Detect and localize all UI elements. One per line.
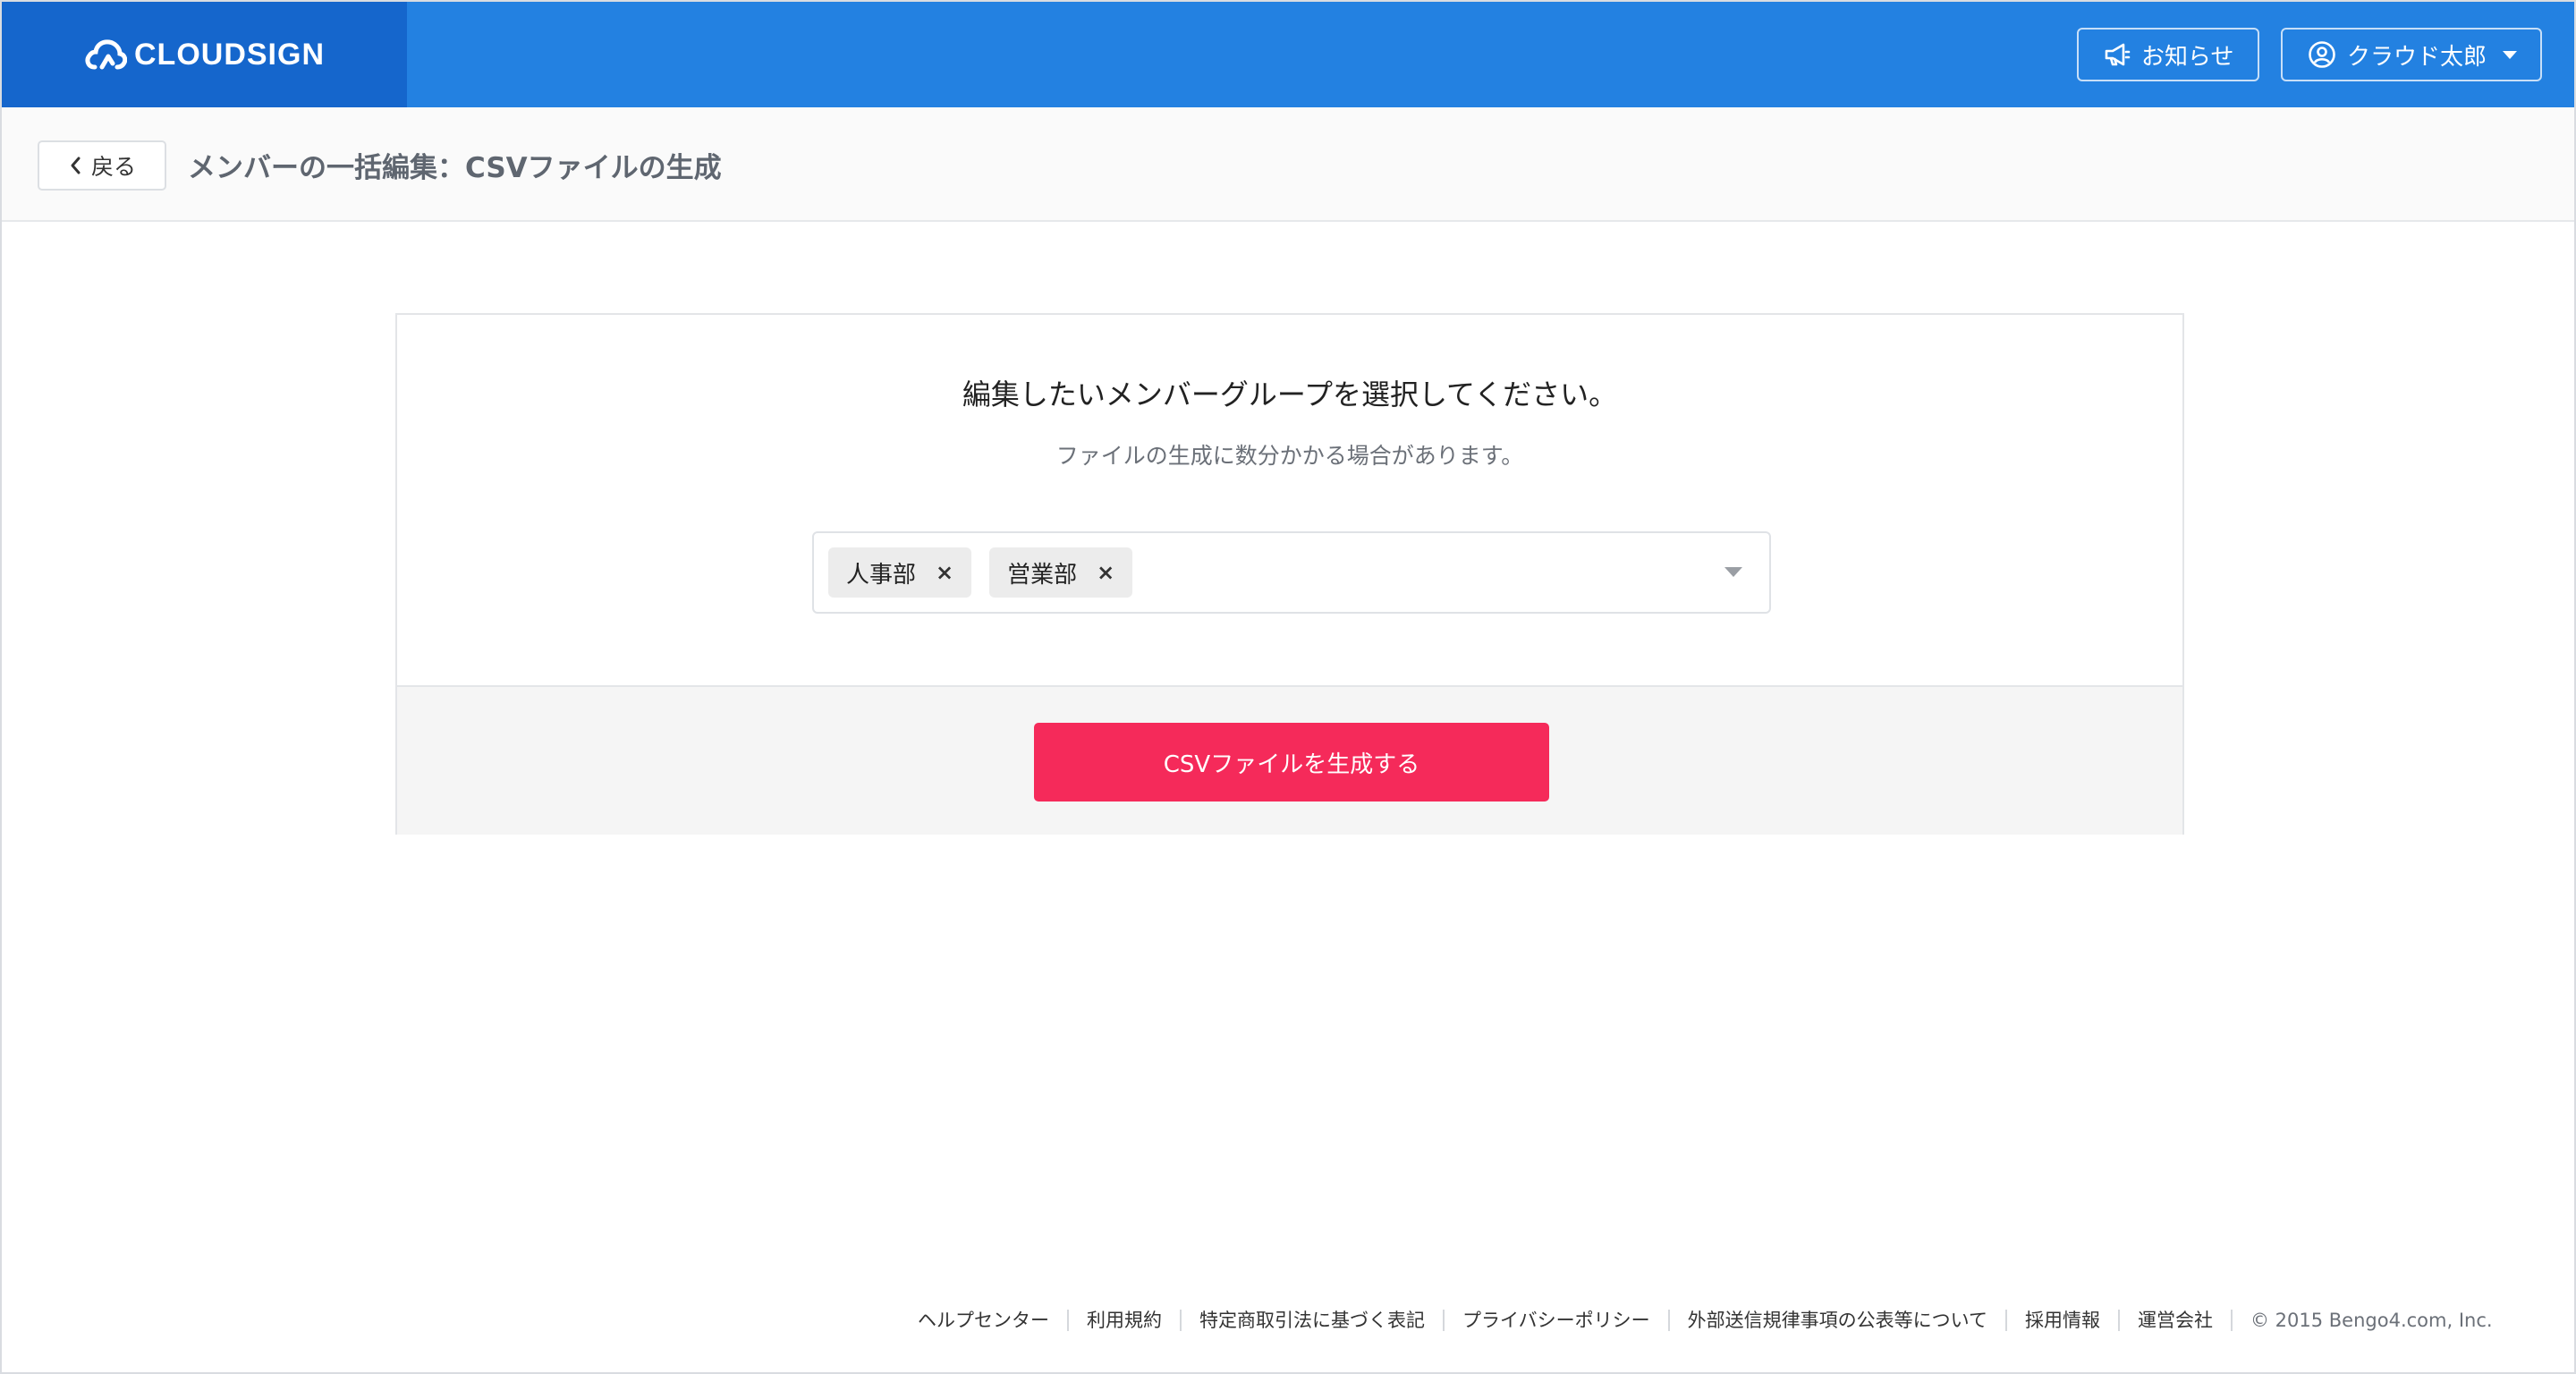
user-avatar-icon: [2309, 41, 2335, 68]
page-title: メンバーの一括編集：CSVファイルの生成: [188, 152, 722, 184]
user-menu-button[interactable]: クラウド太郎: [2281, 28, 2542, 81]
card-footer: CSVファイルを生成する: [397, 685, 2182, 835]
selected-tag-sales: 営業部 ×: [989, 547, 1133, 598]
footer-link-privacy[interactable]: プライバシーポリシー: [1443, 1310, 1668, 1331]
news-button[interactable]: お知らせ: [2077, 28, 2259, 81]
page-header: 戻る メンバーの一括編集：CSVファイルの生成: [2, 107, 2574, 222]
cloud-logo-icon: [85, 39, 127, 70]
card-body: 編集したいメンバーグループを選択してください。 ファイルの生成に数分かかる場合が…: [397, 315, 2182, 685]
generate-csv-button[interactable]: CSVファイルを生成する: [1034, 723, 1549, 802]
group-multiselect[interactable]: 人事部 × 営業部 ×: [812, 531, 1771, 614]
footer-link-tokusho[interactable]: 特定商取引法に基づく表記: [1180, 1310, 1443, 1331]
chevron-down-icon: [2503, 50, 2517, 59]
back-button[interactable]: 戻る: [38, 140, 166, 191]
news-label: お知らせ: [2141, 43, 2234, 71]
logo-text: CLOUDSIGN: [134, 37, 325, 72]
footer-link-terms[interactable]: 利用規約: [1067, 1310, 1180, 1331]
tag-label: 人事部: [846, 561, 917, 589]
card-subtext: ファイルの生成に数分かかる場合があります。: [1055, 443, 1524, 469]
group-select-card: 編集したいメンバーグループを選択してください。 ファイルの生成に数分かかる場合が…: [395, 313, 2184, 835]
tag-label: 営業部: [1007, 561, 1078, 589]
footer-link-external-transmission[interactable]: 外部送信規律事項の公表等について: [1667, 1310, 2005, 1331]
dropdown-caret-icon[interactable]: [1724, 567, 1742, 577]
remove-tag-icon[interactable]: ×: [936, 560, 953, 585]
copyright: © 2015 Bengo4.com, Inc.: [2230, 1310, 2493, 1331]
footer-link-help[interactable]: ヘルプセンター: [918, 1310, 1067, 1331]
logo[interactable]: CLOUDSIGN: [2, 2, 407, 107]
site-footer: ヘルプセンター 利用規約 特定商取引法に基づく表記 プライバシーポリシー 外部送…: [918, 1306, 2493, 1335]
logo-inner: CLOUDSIGN: [84, 37, 325, 72]
selected-tag-hr: 人事部 ×: [828, 547, 972, 598]
chevron-left-icon: [71, 157, 80, 174]
remove-tag-icon[interactable]: ×: [1097, 560, 1114, 585]
top-header: CLOUDSIGN お知らせ クラウド太郎: [2, 2, 2574, 107]
user-name-label: クラウド太郎: [2347, 43, 2487, 71]
footer-link-careers[interactable]: 採用情報: [2004, 1310, 2118, 1331]
megaphone-icon: [2105, 43, 2131, 66]
back-label: 戻る: [90, 154, 136, 180]
card-heading: 編集したいメンバーグループを選択してください。: [962, 377, 1618, 411]
footer-link-company[interactable]: 運営会社: [2117, 1310, 2231, 1331]
app-window: CLOUDSIGN お知らせ クラウド太郎 戻る メンバーの一括編集：CSVファ…: [0, 0, 2576, 1374]
